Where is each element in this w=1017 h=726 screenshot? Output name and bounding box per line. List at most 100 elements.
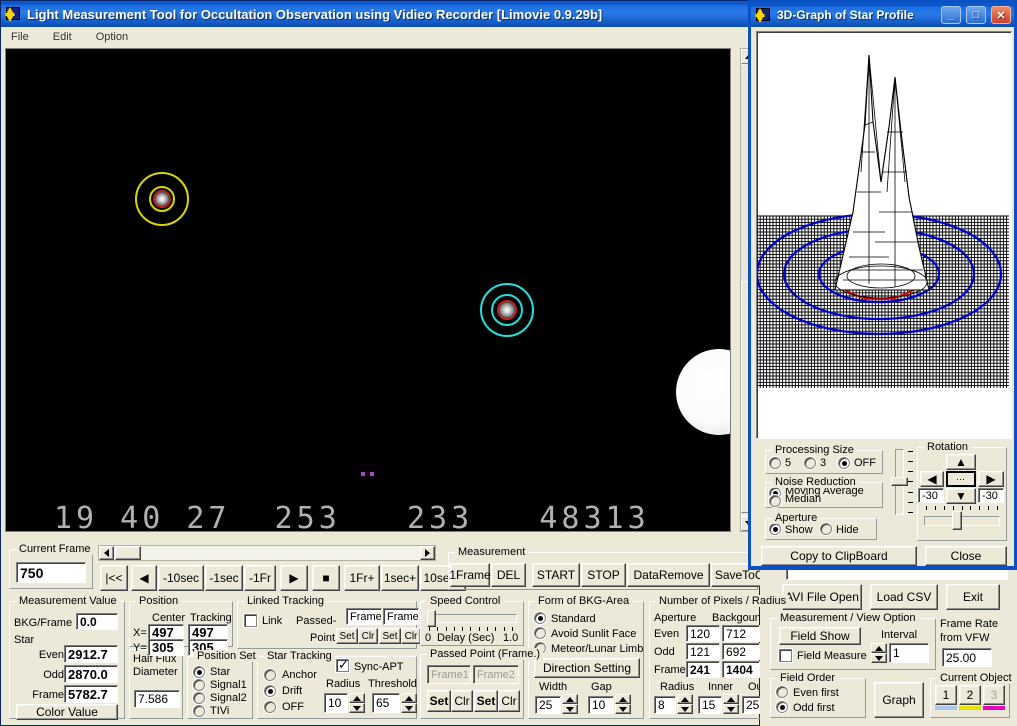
interval-value[interactable]: 1 xyxy=(889,643,929,663)
gap-spin-down[interactable] xyxy=(615,704,631,714)
field-measure-checkbox[interactable] xyxy=(779,649,792,662)
speed-slider-track[interactable] xyxy=(429,614,517,623)
current-frame-value[interactable]: 750 xyxy=(16,562,86,583)
position-set-radio-star[interactable] xyxy=(193,666,205,678)
linked-set1-button[interactable]: Set xyxy=(336,628,358,644)
radius-spinner[interactable] xyxy=(349,693,365,713)
zoom-slider[interactable] xyxy=(891,449,913,515)
transport-stop-button[interactable]: ■ xyxy=(312,565,340,591)
pix-inner-spin-up[interactable] xyxy=(723,694,739,704)
transport-back-button[interactable]: ◀ xyxy=(131,565,157,591)
current-object-button-3[interactable]: 3 xyxy=(983,685,1005,705)
direction-setting-button[interactable]: Direction Setting xyxy=(534,658,640,678)
position-set-radio-tivi[interactable] xyxy=(193,705,205,717)
gap-spin-up[interactable] xyxy=(615,694,631,704)
interval-spin-up[interactable] xyxy=(871,643,887,653)
link-checkbox[interactable] xyxy=(244,614,257,627)
threshold-spin-down[interactable] xyxy=(401,703,417,713)
passed-frame1-field[interactable]: Frame1 xyxy=(427,665,471,684)
star-tracking-radio-off[interactable] xyxy=(264,701,276,713)
pix-radius-value[interactable]: 8 xyxy=(654,696,676,714)
rotation-value-right[interactable]: -30 xyxy=(978,488,1004,503)
radius-spin-up[interactable] xyxy=(349,693,365,703)
even-value[interactable]: 2912.7 xyxy=(64,645,118,663)
menu-edit[interactable]: Edit xyxy=(49,30,76,44)
load-csv-button[interactable]: Load CSV xyxy=(870,584,938,610)
pix-even-background[interactable]: 712 xyxy=(722,625,760,642)
measure-stop-button[interactable]: STOP xyxy=(581,563,626,587)
exit-button[interactable]: Exit xyxy=(946,584,1000,610)
avi-file-open-button[interactable]: AVI File Open xyxy=(782,584,862,610)
field-order-radio-even[interactable] xyxy=(776,686,788,698)
radius-value[interactable]: 10 xyxy=(324,693,348,713)
measure-1frame-button[interactable]: 1Frame xyxy=(449,563,491,587)
noise-radio-median[interactable] xyxy=(769,495,781,507)
graph-button[interactable]: Graph xyxy=(874,682,924,718)
current-object-button-2[interactable]: 2 xyxy=(959,685,981,705)
frame-scroll-thumb[interactable] xyxy=(115,546,141,560)
graph-minimize-button[interactable]: _ xyxy=(941,6,961,24)
passed-frame2-field[interactable]: Frame2 xyxy=(473,665,519,684)
passed-clr1-button[interactable]: Clr xyxy=(451,690,473,712)
pix-frame-aperture[interactable]: 241 xyxy=(686,661,720,678)
menu-file[interactable]: File xyxy=(7,30,33,44)
width-spinner[interactable] xyxy=(562,694,578,714)
copy-to-clipboard-button[interactable]: Copy to ClipBoard xyxy=(761,546,917,566)
pix-radius-spin-up[interactable] xyxy=(677,694,693,704)
aperture-radio-show[interactable] xyxy=(769,523,781,535)
transport-rewind-button[interactable]: |<< xyxy=(100,565,128,591)
processing-size-radio-off[interactable] xyxy=(838,457,850,469)
width-spin-down[interactable] xyxy=(562,704,578,714)
transport-plus1frame-button[interactable]: 1Fr+ xyxy=(344,565,380,591)
pix-inner-value[interactable]: 15 xyxy=(698,696,722,714)
odd-value[interactable]: 2870.0 xyxy=(64,665,118,683)
pix-inner-spin-down[interactable] xyxy=(723,704,739,714)
rotation-slider-track[interactable] xyxy=(924,516,1000,526)
position-y-center[interactable]: 305 xyxy=(148,639,184,656)
bkg-frame-value[interactable]: 0.0 xyxy=(76,613,118,630)
rotate-right-button[interactable]: ▶ xyxy=(978,471,1004,487)
transport-minus1sec-button[interactable]: -1sec xyxy=(205,565,243,591)
pix-inner-spinner[interactable] xyxy=(723,694,739,714)
pix-odd-aperture[interactable]: 121 xyxy=(686,643,720,660)
pix-radius-spinner[interactable] xyxy=(677,694,693,714)
interval-spinner[interactable] xyxy=(871,643,887,663)
zoom-slider-thumb[interactable] xyxy=(891,477,908,486)
frame-scroll-left-button[interactable] xyxy=(99,546,114,560)
gap-value[interactable]: 10 xyxy=(588,696,614,714)
position-set-radio-signal1[interactable] xyxy=(193,679,205,691)
graph-close-action-button[interactable]: Close xyxy=(925,546,1007,566)
gap-spinner[interactable] xyxy=(615,694,631,714)
frame-scrollbar[interactable] xyxy=(98,545,436,561)
linked-clr1-button[interactable]: Clr xyxy=(358,628,378,644)
linked-frame1-field[interactable]: Frame1 xyxy=(346,608,382,625)
speed-slider-thumb[interactable] xyxy=(427,610,436,627)
rotate-up-button[interactable]: ▲ xyxy=(946,454,976,470)
pix-radius-spin-down[interactable] xyxy=(677,704,693,714)
sync-apt-checkbox[interactable] xyxy=(336,657,349,673)
linked-clr2-button[interactable]: Clr xyxy=(401,628,421,644)
transport-minus1frame-button[interactable]: -1Fr xyxy=(244,565,276,591)
threshold-spinner[interactable] xyxy=(401,693,417,713)
transport-play-button[interactable]: ▶ xyxy=(280,565,308,591)
star-profile-plot[interactable] xyxy=(756,31,1012,439)
frame-rate-value[interactable]: 25.00 xyxy=(942,648,992,667)
measure-start-button[interactable]: START xyxy=(532,563,580,587)
current-object-button-1[interactable]: 1 xyxy=(935,685,957,705)
rotation-slider-thumb[interactable] xyxy=(952,511,962,530)
measure-del-button[interactable]: DEL xyxy=(491,563,526,587)
aperture-radio-hide[interactable] xyxy=(820,523,832,535)
pix-even-aperture[interactable]: 120 xyxy=(686,625,720,642)
transport-minus10sec-button[interactable]: -10sec xyxy=(158,565,204,591)
width-spin-up[interactable] xyxy=(562,694,578,704)
field-show-button[interactable]: Field Show xyxy=(779,627,861,645)
rotate-reset-button[interactable]: ⋯ xyxy=(946,471,976,487)
star-tracking-radio-drift[interactable] xyxy=(264,685,276,697)
position-set-radio-signal2[interactable] xyxy=(193,692,205,704)
pix-frame-background[interactable]: 1404 xyxy=(722,661,760,678)
rotate-down-button[interactable]: ▼ xyxy=(946,488,976,504)
half-flux-value[interactable]: 7.586 xyxy=(134,690,180,708)
pix-odd-background[interactable]: 692 xyxy=(722,643,760,660)
rotate-left-button[interactable]: ◀ xyxy=(920,471,944,487)
color-value-button[interactable]: Color Value xyxy=(16,704,118,720)
